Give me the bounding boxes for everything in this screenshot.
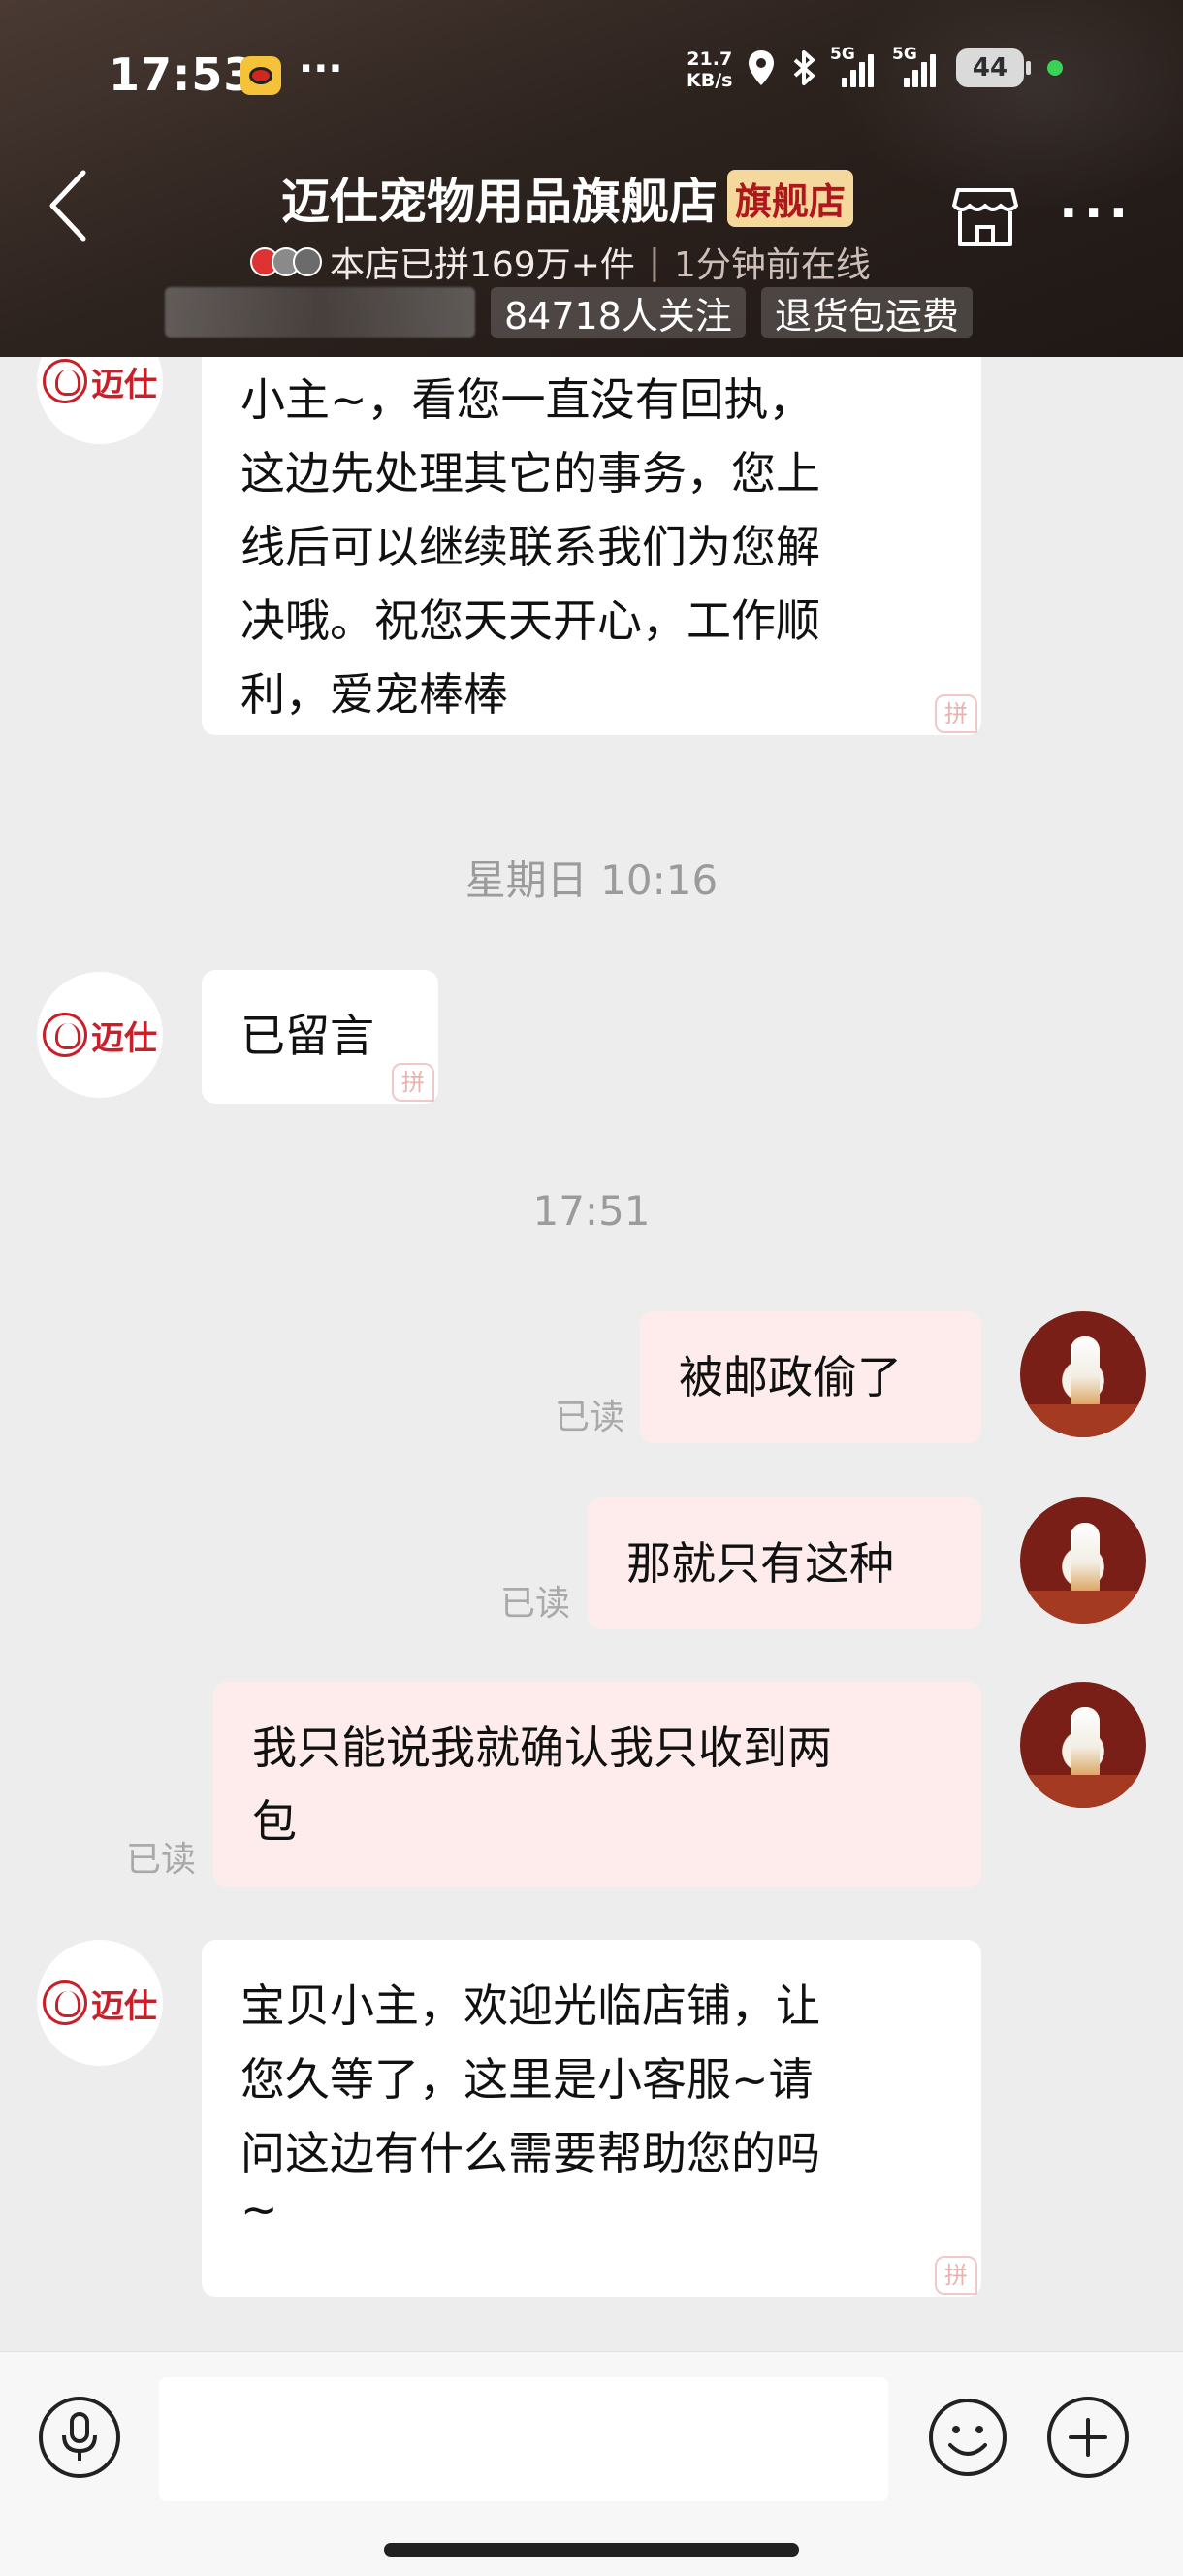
battery-icon: 44 (956, 48, 1031, 87)
store-logo-text: 迈仕 (91, 1018, 157, 1058)
network-speed: 21.7 KB/s (687, 48, 732, 91)
store-avatar[interactable]: 迈仕 (37, 357, 163, 444)
pin-watermark-icon: 拼 (935, 2256, 977, 2295)
sales-count: 本店已拼169万+件 (330, 245, 635, 285)
flagship-badge: 旗舰店 (727, 169, 854, 227)
message-bubble-outgoing[interactable]: 那就只有这种 (588, 1497, 981, 1629)
net-speed-unit: KB/s (687, 70, 733, 91)
pin-watermark-icon: 拼 (392, 1063, 434, 1102)
store-icon[interactable] (950, 182, 1020, 250)
user-avatar[interactable] (1020, 1682, 1146, 1808)
message-bubble-incoming[interactable]: 小主~，看您一直没有回执， 这边先处理其它的事务，您上 线后可以继续联系我们为您… (202, 357, 981, 735)
store-name: 迈仕宠物用品旗舰店 (281, 174, 718, 230)
separator: | (648, 242, 661, 282)
bluetooth-icon (793, 50, 815, 85)
online-status: 1分钟前在线 (674, 245, 871, 285)
more-options-button[interactable]: ··· (1059, 188, 1134, 239)
message-bubble-outgoing[interactable]: 我只能说我就确认我只收到两 包 (213, 1682, 981, 1887)
pin-watermark-icon: 拼 (935, 694, 977, 733)
message-input[interactable] (159, 2377, 888, 2501)
read-status: 已读 (126, 1840, 197, 1880)
blurred-tag (165, 287, 475, 338)
microphone-icon (62, 2412, 97, 2461)
timestamp-divider: 17:51 (532, 1187, 651, 1235)
voice-button[interactable] (39, 2397, 120, 2478)
user-avatar[interactable] (1020, 1311, 1146, 1437)
message-line: 您久等了，这里是小客服~请 (240, 2053, 814, 2106)
message-line: 问这边有什么需要帮助您的吗 (240, 2127, 820, 2179)
message-line: 小主~，看您一直没有回执， (240, 373, 814, 426)
timestamp-divider: 星期日 10:16 (464, 856, 719, 904)
store-logo-text: 迈仕 (91, 1986, 157, 2026)
privacy-indicator-dot (1047, 60, 1063, 76)
store-logo-text: 迈仕 (91, 365, 157, 404)
signal-icon-sim2: 5G (892, 45, 943, 87)
signal-icon-sim1: 5G (830, 45, 880, 87)
emoji-button[interactable] (927, 2397, 1008, 2478)
read-status: 已读 (500, 1584, 571, 1624)
store-logo-icon (43, 1980, 87, 2025)
store-stats: 本店已拼169万+件 | 1分钟前在线 (250, 237, 871, 287)
store-title[interactable]: 迈仕宠物用品旗舰店 旗舰店 (281, 163, 854, 233)
net-speed-value: 21.7 (687, 48, 733, 70)
message-line: 利，爱宠棒棒 (240, 668, 508, 721)
weibo-icon (240, 56, 281, 95)
message-text: 那就只有这种 (626, 1537, 894, 1590)
message-text: 已留言 (240, 1010, 374, 1062)
more-notifications-icon: ··· (299, 47, 343, 91)
status-time: 17:53 (109, 48, 256, 101)
location-icon (749, 50, 774, 85)
store-logo-icon (43, 359, 87, 403)
message-bubble-incoming[interactable]: 宝贝小主，欢迎光临店铺，让 您久等了，这里是小客服~请 问这边有什么需要帮助您的… (202, 1940, 981, 2297)
message-bubble-incoming[interactable]: 已留言 拼 (202, 970, 438, 1104)
message-bubble-outgoing[interactable]: 被邮政偷了 (640, 1311, 981, 1443)
message-text: 被邮政偷了 (679, 1351, 902, 1403)
back-button[interactable] (39, 167, 97, 244)
plus-button[interactable] (1047, 2397, 1129, 2478)
message-line: 包 (252, 1795, 297, 1848)
status-icons: 5G 5G 44 (747, 45, 1063, 87)
message-line: 我只能说我就确认我只收到两 (252, 1722, 832, 1774)
buyer-avatars (250, 247, 322, 276)
header: 17:53 ··· 21.7 KB/s 5G 5G 44 迈仕宠物用品旗舰店 旗… (0, 0, 1183, 357)
message-line: 决哦。祝您天天开心，工作顺 (240, 595, 820, 647)
message-line: ~ (240, 2183, 278, 2236)
chat-area[interactable]: 迈仕 小主~，看您一直没有回执， 这边先处理其它的事务，您上 线后可以继续联系我… (0, 357, 1183, 2351)
return-shipping-tag: 退货包运费 (760, 287, 973, 338)
message-line: 这边先处理其它的事务，您上 (240, 447, 820, 499)
store-avatar[interactable]: 迈仕 (37, 1940, 163, 2066)
user-avatar[interactable] (1020, 1497, 1146, 1624)
store-tags: 84718人关注 退货包运费 (165, 287, 973, 338)
chevron-left-icon (49, 170, 86, 242)
home-indicator[interactable] (384, 2543, 799, 2557)
read-status: 已读 (555, 1398, 625, 1437)
store-avatar[interactable]: 迈仕 (37, 972, 163, 1098)
followers-tag: 84718人关注 (491, 287, 746, 338)
plus-icon (1069, 2418, 1107, 2457)
message-line: 线后可以继续联系我们为您解 (240, 521, 820, 573)
store-logo-icon (43, 1013, 87, 1057)
message-line: 宝贝小主，欢迎光临店铺，让 (240, 1980, 820, 2032)
